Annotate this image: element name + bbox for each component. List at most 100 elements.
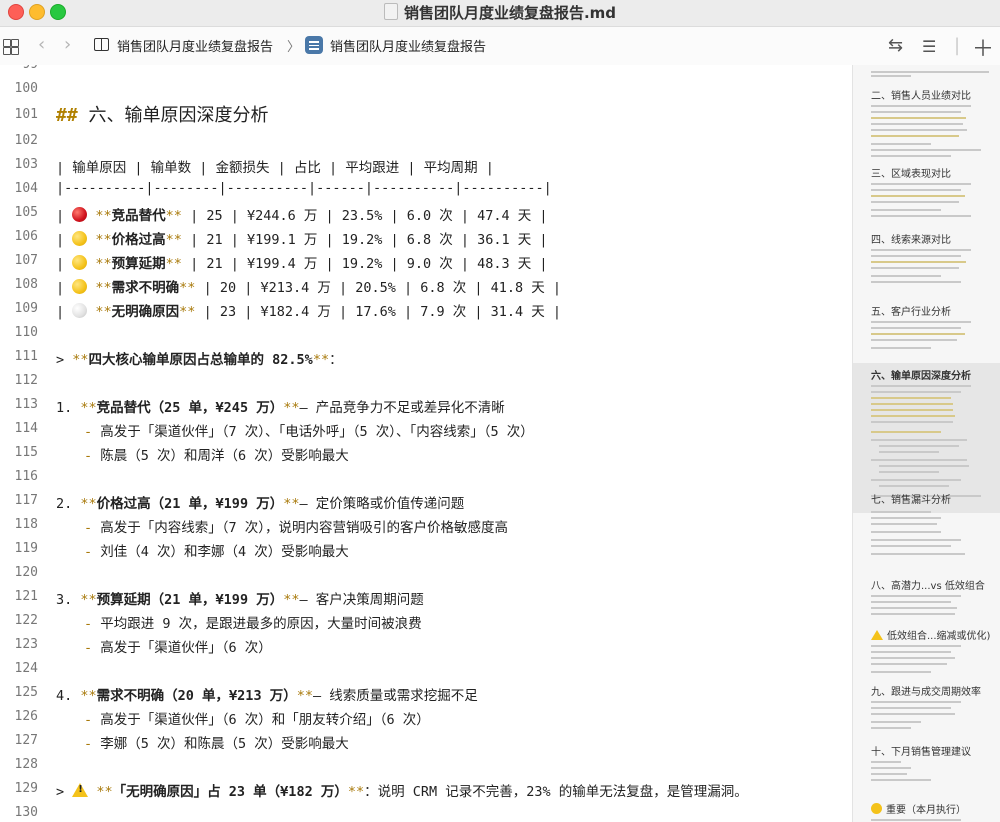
list-item: 117 2. **价格过高（21 单，¥199 万）**— 定价策略或价值传递问… <box>0 489 852 513</box>
line-code: | **竞品替代** | 25 | ¥244.6 万 | 23.5% | 6.0… <box>56 207 548 224</box>
line-number: 105 <box>14 205 38 220</box>
yellow-circle-icon <box>871 803 882 814</box>
line-number: 123 <box>14 637 38 652</box>
red-circle-icon <box>72 207 88 222</box>
line-number: 122 <box>14 613 38 628</box>
outline-heading[interactable]: 十、下月销售管理建议 <box>871 743 971 758</box>
line-code: 1. **竞品替代（25 单，¥245 万）**— 产品竞争力不足或差异化不清晰 <box>56 400 505 416</box>
back-arrow-icon[interactable]: ‹ <box>38 34 45 55</box>
list-subitem: 123 - 高发于「渠道伙伴」（6 次） <box>0 633 852 657</box>
line-number: 114 <box>14 421 38 436</box>
line-number: 100 <box>14 81 38 96</box>
list-subitem: 118 - 高发于「内容线索」（7 次），说明内容营销吸引的客户价格敏感度高 <box>0 513 852 537</box>
outline-heading[interactable]: 二、销售人员业绩对比 <box>871 87 971 102</box>
blockquote-line: > **「无明确原因」占 23 单（¥182 万）**：说明 CRM 记录不完善… <box>56 780 748 800</box>
line-code: | **需求不明确** | 20 | ¥213.4 万 | 20.5% | 6.… <box>56 279 562 296</box>
line-number: 117 <box>14 493 38 508</box>
line-code: - 高发于「内容线索」（7 次），说明内容营销吸引的客户价格敏感度高 <box>84 520 509 536</box>
outline-heading[interactable]: 九、跟进与成交周期效率 <box>871 683 981 698</box>
outline-heading[interactable]: 七、销售漏斗分析 <box>871 491 951 506</box>
line-number: 102 <box>14 133 38 148</box>
line-number: 111 <box>14 349 38 364</box>
line-number: 115 <box>14 445 38 460</box>
line-code: | **预算延期** | 21 | ¥199.4 万 | 19.2% | 9.0… <box>56 255 548 272</box>
white-circle-icon <box>72 303 88 318</box>
line-number: 120 <box>14 565 38 580</box>
line-number: 121 <box>14 589 38 604</box>
title-bar: 销售团队月度业绩复盘报告.md <box>0 0 1000 27</box>
line-code: - 李娜（5 次）和陈晨（5 次）受影响最大 <box>84 736 349 752</box>
breadcrumb-root[interactable]: 销售团队月度业绩复盘报告 <box>117 36 273 55</box>
grid-view-icon[interactable] <box>3 39 19 55</box>
editor-line: 112 <box>0 369 852 393</box>
editor-line: 104 |----------|--------|----------|----… <box>0 177 852 201</box>
outline-heading[interactable]: 三、区域表现对比 <box>871 165 951 180</box>
editor-line: 120 <box>0 561 852 585</box>
warning-icon <box>871 630 883 640</box>
line-code: - 陈晨（5 次）和周洋（6 次）受影响最大 <box>84 448 349 464</box>
yellow-circle-icon <box>72 279 88 294</box>
swap-arrows-icon[interactable]: ⇆ <box>888 35 903 56</box>
toolbar-divider: | <box>954 35 961 56</box>
line-number: 126 <box>14 709 38 724</box>
editor-line: 111 > **四大核心输单原因占总输单的 82.5%**： <box>0 345 852 369</box>
line-number: 116 <box>14 469 38 484</box>
yellow-circle-icon <box>72 231 88 246</box>
line-code: 2. **价格过高（21 单，¥199 万）**— 定价策略或价值传递问题 <box>56 496 465 512</box>
editor-line: 129 > **「无明确原因」占 23 单（¥182 万）**：说明 CRM 记… <box>0 777 852 801</box>
line-number: 112 <box>14 373 38 388</box>
line-number: 99 <box>0 65 38 72</box>
line-code: - 高发于「渠道伙伴」（6 次） <box>84 640 272 656</box>
markdown-editor[interactable]: 99 ─── 100 101 ## 六、输单原因深度分析 102 103 | 输… <box>0 65 852 822</box>
editor-line: 116 <box>0 465 852 489</box>
line-code: 3. **预算延期（21 单，¥199 万）**— 客户决策周期问题 <box>56 592 424 608</box>
list-subitem: 126 - 高发于「渠道伙伴」（6 次）和「朋友转介绍」（6 次） <box>0 705 852 729</box>
editor-line: 99 ─── <box>0 65 852 77</box>
table-row: 109 | **无明确原因** | 23 | ¥182.4 万 | 17.6% … <box>0 297 852 321</box>
line-number: 130 <box>14 805 38 820</box>
outline-heading[interactable]: 四、线索来源对比 <box>871 231 951 246</box>
outline-heading[interactable]: 八、高潜力...vs 低效组合 <box>871 577 985 592</box>
app-window: 销售团队月度业绩复盘报告.md ‹ › 销售团队月度业绩复盘报告 〉 销售团队月… <box>0 0 1000 822</box>
section-heading: ## 六、输单原因深度分析 <box>56 101 269 127</box>
line-number: 113 <box>14 397 38 412</box>
line-code: 4. **需求不明确（20 单，¥213 万）**— 线索质量或需求挖掘不足 <box>56 688 478 704</box>
warning-icon <box>72 783 89 797</box>
list-subitem: 119 - 刘佳（4 次）和李娜（4 次）受影响最大 <box>0 537 852 561</box>
add-icon[interactable]: ＋ <box>972 31 994 63</box>
editor-line: 124 <box>0 657 852 681</box>
table-row: 106 | **价格过高** | 21 | ¥199.1 万 | 19.2% |… <box>0 225 852 249</box>
editor-line: 103 | 输单原因 | 输单数 | 金额损失 | 占比 | 平均跟进 | 平均… <box>0 153 852 177</box>
line-number: 106 <box>14 229 38 244</box>
list-subitem: 114 - 高发于「渠道伙伴」（7 次）、「电话外呼」（5 次）、「内容线索」（… <box>0 417 852 441</box>
list-subitem: 122 - 平均跟进 9 次，是跟进最多的原因，大量时间被浪费 <box>0 609 852 633</box>
breadcrumb-current[interactable]: 销售团队月度业绩复盘报告 <box>330 36 486 55</box>
outline-minimap[interactable]: 二、销售人员业绩对比 三、区域表现对比 四、线索来源对比 五、客户行业分析 六、… <box>852 65 1000 822</box>
line-code: - 高发于「渠道伙伴」（7 次）、「电话外呼」（5 次）、「内容线索」（5 次） <box>84 424 534 440</box>
list-item: 121 3. **预算延期（21 单，¥199 万）**— 客户决策周期问题 <box>0 585 852 609</box>
line-number: 119 <box>14 541 38 556</box>
line-number: 101 <box>14 107 38 122</box>
outline-heading[interactable]: 五、客户行业分析 <box>871 303 951 318</box>
outline-heading-warning[interactable]: 低效组合...缩减或优化) <box>871 627 990 642</box>
forward-arrow-icon[interactable]: › <box>64 34 71 55</box>
editor-line: 130 <box>0 801 852 822</box>
list-subitem: 127 - 李娜（5 次）和陈晨（5 次）受影响最大 <box>0 729 852 753</box>
yellow-circle-icon <box>72 255 88 270</box>
table-separator: |----------|--------|----------|------|-… <box>56 180 552 196</box>
line-code: | **价格过高** | 21 | ¥199.1 万 | 19.2% | 6.8… <box>56 231 548 248</box>
outline-toggle-icon[interactable]: ☰ <box>922 37 936 56</box>
line-number: 118 <box>14 517 38 532</box>
editor-line: 101 ## 六、输单原因深度分析 <box>0 101 852 129</box>
toolbar: ‹ › 销售团队月度业绩复盘报告 〉 销售团队月度业绩复盘报告 ⇆ ☰ | ＋ <box>0 27 1000 66</box>
line-number: 104 <box>14 181 38 196</box>
line-code: ─── <box>56 65 80 72</box>
outline-heading-active[interactable]: 六、输单原因深度分析 <box>871 367 971 382</box>
line-code: - 平均跟进 9 次，是跟进最多的原因，大量时间被浪费 <box>84 616 422 632</box>
line-code: - 高发于「渠道伙伴」（6 次）和「朋友转介绍」（6 次） <box>84 712 430 728</box>
outline-heading[interactable]: 重要（本月执行） <box>871 801 966 816</box>
line-number: 103 <box>14 157 38 172</box>
table-row: 107 | **预算延期** | 21 | ¥199.4 万 | 19.2% |… <box>0 249 852 273</box>
table-header: | 输单原因 | 输单数 | 金额损失 | 占比 | 平均跟进 | 平均周期 | <box>56 160 494 176</box>
list-subitem: 115 - 陈晨（5 次）和周洋（6 次）受影响最大 <box>0 441 852 465</box>
